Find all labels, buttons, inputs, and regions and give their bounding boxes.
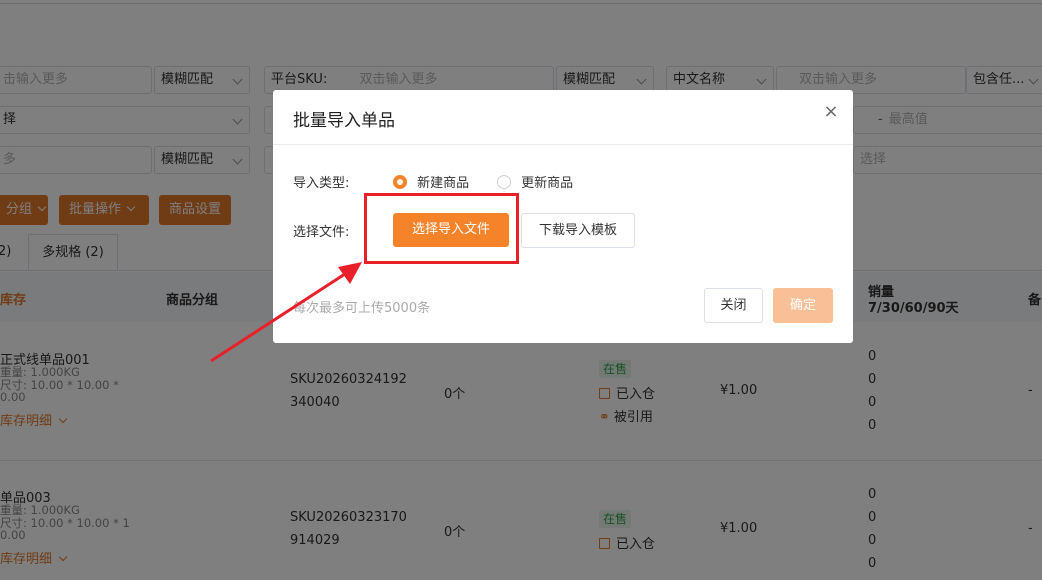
arrow-line	[210, 270, 349, 363]
arrow-head	[338, 262, 362, 284]
annotation-arrow	[210, 262, 362, 363]
